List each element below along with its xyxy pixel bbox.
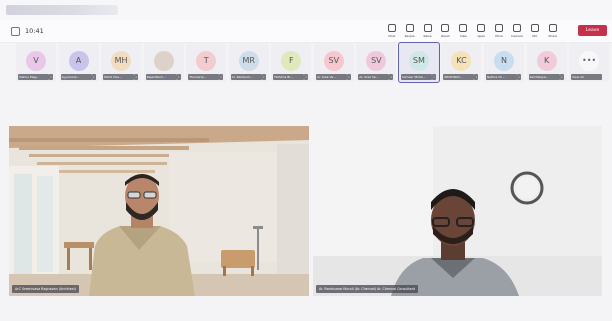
- leave-button[interactable]: Leave: [578, 25, 607, 36]
- participant-name: Ar. Ramkum...: [230, 74, 262, 80]
- toolbar-label: More: [495, 34, 503, 38]
- video-name-label: Ar. Ramkumar Murali (Ar. Chennai) Ar. Ch…: [316, 285, 418, 293]
- toolbar-people-button[interactable]: People: [402, 23, 418, 41]
- participant-tile[interactable]: A Ayyadurai... •: [58, 43, 99, 82]
- avatar: [153, 51, 174, 71]
- mic-muted-icon: •: [134, 74, 139, 80]
- participant-name: Vishnu Meg...: [18, 74, 49, 80]
- participant-tile[interactable]: T Thamarai... •: [186, 43, 227, 82]
- participant-name: Rajeshkum...: [145, 74, 177, 80]
- view-all-participants-tile[interactable]: ••• View all: [569, 43, 610, 82]
- avatar: SV: [323, 51, 344, 71]
- video-name-label: ArC Sreenivasa Raghavan (Architect): [12, 285, 80, 293]
- participant-tile[interactable]: N Nethra Ch... •: [484, 43, 525, 82]
- mic-muted-icon: •: [176, 74, 181, 80]
- avatar: KC: [451, 51, 472, 71]
- meeting-timer: 10:41: [25, 27, 44, 35]
- toolbar-label: Chat: [388, 34, 396, 38]
- apps-icon: [477, 24, 486, 32]
- toolbar-label: Camera: [511, 34, 523, 38]
- avatar: MR: [238, 51, 259, 71]
- avatar: F: [281, 51, 302, 71]
- video-tile-1[interactable]: ArC Sreenivasa Raghavan (Architect): [9, 126, 309, 296]
- toolbar-share-button[interactable]: Share: [545, 23, 561, 41]
- camera-icon: [512, 24, 521, 32]
- toolbar-more-button[interactable]: More: [491, 23, 507, 41]
- participant-tile[interactable]: F Fathima Bi... •: [271, 43, 312, 82]
- mic-muted-icon: •: [346, 74, 351, 80]
- participant-name: Karthikeya...: [528, 74, 560, 80]
- more-icon: [495, 24, 504, 32]
- toolbar-label: Raise: [423, 34, 432, 38]
- view-icon: [459, 24, 468, 32]
- hand-icon: [423, 24, 432, 32]
- participant-name: Ar. Sree Ve...: [315, 74, 347, 80]
- mic-muted-icon: •: [389, 74, 394, 80]
- participant-tile[interactable]: V Vishnu Meg... •: [16, 43, 56, 82]
- participant-tile[interactable]: MH Mohd Hus... •: [101, 43, 142, 82]
- mic-muted-icon: •: [49, 74, 53, 80]
- speaker-2-video: [313, 126, 602, 296]
- chat-icon: [387, 24, 396, 32]
- participant-tile[interactable]: Rajeshkum... •: [143, 43, 184, 82]
- people-icon: [405, 24, 414, 32]
- share-icon: [548, 24, 557, 32]
- participant-tile[interactable]: SV Ar. Sree Ve... •: [313, 43, 354, 82]
- mic-icon: [530, 24, 539, 32]
- toolbar-label: React: [441, 34, 450, 38]
- mic-muted-icon: •: [261, 74, 266, 80]
- toolbar-apps-button[interactable]: Apps: [473, 23, 489, 41]
- participant-tile[interactable]: SM Sameer Moha... •: [397, 42, 440, 83]
- toolbar-label: Share: [548, 34, 558, 38]
- avatar: SV: [366, 51, 387, 71]
- toolbar-camera-button[interactable]: Camera: [509, 23, 525, 41]
- toolbar-label: Apps: [477, 34, 485, 38]
- window-title-blur: [6, 5, 118, 15]
- participant-name: Ayyadurai...: [60, 74, 92, 80]
- mic-muted-icon: •: [517, 74, 522, 80]
- toolbar-view-button[interactable]: View: [456, 23, 472, 41]
- mic-muted-icon: •: [304, 74, 309, 80]
- participant-tile[interactable]: SV Ar. Sree Ve... •: [356, 43, 397, 82]
- mic-muted-icon: •: [431, 74, 436, 80]
- toolbar-chat-button[interactable]: Chat: [384, 23, 400, 41]
- participant-name: Sameer Moha...: [400, 74, 432, 80]
- participant-name: KRISHNAC...: [443, 74, 475, 80]
- mic-muted-icon: •: [219, 74, 224, 80]
- toolbar-label: View: [459, 34, 467, 38]
- speaker-1-video: [9, 126, 309, 296]
- avatar: N: [494, 51, 515, 71]
- toolbar-mic-button[interactable]: Mic: [527, 23, 543, 41]
- meeting-info-icon[interactable]: [11, 27, 20, 36]
- participant-name: Mohd Hus...: [103, 74, 135, 80]
- participant-name: Fathima Bi...: [273, 74, 305, 80]
- avatar: T: [196, 51, 217, 71]
- participant-name: Nethra Ch...: [486, 74, 518, 80]
- video-tile-2[interactable]: Ar. Ramkumar Murali (Ar. Chennai) Ar. Ch…: [313, 126, 602, 296]
- avatar: V: [26, 51, 46, 71]
- window-titlebar: [0, 0, 612, 20]
- participant-tile[interactable]: MR Ar. Ramkum... •: [228, 43, 269, 82]
- meeting-controls: Chat People Raise React View Apps More Camera Mi…: [384, 23, 563, 41]
- mic-muted-icon: •: [91, 74, 96, 80]
- react-icon: [441, 24, 450, 32]
- participant-name: Ar. Sree Ve...: [358, 74, 390, 80]
- participant-name: Thamarai...: [188, 74, 220, 80]
- participant-tile[interactable]: K Karthikeya... •: [526, 43, 567, 82]
- participant-name: View all: [571, 74, 603, 80]
- participant-tile[interactable]: KC KRISHNAC... •: [441, 43, 482, 82]
- toolbar-label: Mic: [532, 34, 538, 38]
- mic-muted-icon: •: [559, 74, 564, 80]
- mic-muted-icon: •: [474, 74, 479, 80]
- participant-strip: V Vishnu Meg... • A Ayyadurai... • MH Mohd Hus.…: [16, 42, 612, 83]
- avatar: K: [536, 51, 557, 71]
- more-icon: •••: [579, 51, 600, 71]
- toolbar-label: People: [404, 34, 415, 38]
- toolbar-react-button[interactable]: React: [438, 23, 454, 41]
- avatar: SM: [408, 51, 429, 71]
- avatar: MH: [111, 51, 132, 71]
- avatar: A: [68, 51, 89, 71]
- toolbar-raise-button[interactable]: Raise: [420, 23, 436, 41]
